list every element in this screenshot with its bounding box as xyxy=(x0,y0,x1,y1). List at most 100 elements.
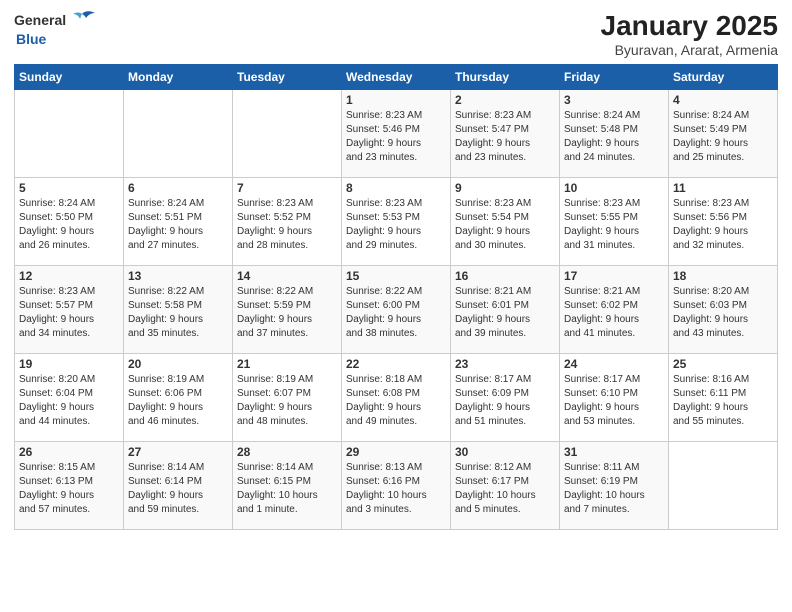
day-info: Sunrise: 8:23 AM Sunset: 5:55 PM Dayligh… xyxy=(564,197,664,253)
day-info: Sunrise: 8:12 AM Sunset: 6:17 PM Dayligh… xyxy=(455,461,555,517)
table-row: 2 Sunrise: 8:23 AM Sunset: 5:47 PM Daylig… xyxy=(451,90,560,178)
day-info: Sunrise: 8:24 AM Sunset: 5:48 PM Dayligh… xyxy=(564,109,664,165)
table-row: 5Sunrise: 8:24 AM Sunset: 5:50 PM Daylig… xyxy=(15,178,124,266)
table-row: 12 Sunrise: 8:23 AM Sunset: 5:57 PM Dayli… xyxy=(15,266,124,354)
header: General Blue January 2025 Byuravan, Arar… xyxy=(14,10,778,58)
day-info: Sunrise: 8:17 AM Sunset: 6:10 PM Dayligh… xyxy=(564,373,664,429)
table-row xyxy=(669,442,778,530)
day-info: Sunrise: 8:23 AM Sunset: 5:57 PM Dayligh… xyxy=(19,285,119,341)
table-row: 24 Sunrise: 8:17 AM Sunset: 6:10 PM Dayli… xyxy=(560,354,669,442)
table-row: 23 Sunrise: 8:17 AM Sunset: 6:09 PM Dayli… xyxy=(451,354,560,442)
header-thursday: Thursday xyxy=(451,65,560,90)
table-row: 30 Sunrise: 8:12 AM Sunset: 6:17 PM Dayli… xyxy=(451,442,560,530)
table-row: 21 Sunrise: 8:19 AM Sunset: 6:07 PM Dayli… xyxy=(233,354,342,442)
day-info: Sunrise: 8:14 AM Sunset: 6:14 PM Dayligh… xyxy=(128,461,228,517)
day-info: Sunrise: 8:23 AM Sunset: 5:53 PM Dayligh… xyxy=(346,197,446,253)
day-number: 20 xyxy=(128,357,228,371)
table-row: 8Sunrise: 8:23 AM Sunset: 5:53 PM Daylig… xyxy=(342,178,451,266)
day-number: 23 xyxy=(455,357,555,371)
day-info: Sunrise: 8:20 AM Sunset: 6:04 PM Dayligh… xyxy=(19,373,119,429)
calendar-week-row: 5Sunrise: 8:24 AM Sunset: 5:50 PM Daylig… xyxy=(15,178,778,266)
table-row: 29 Sunrise: 8:13 AM Sunset: 6:16 PM Dayli… xyxy=(342,442,451,530)
day-number: 10 xyxy=(564,181,664,195)
day-number: 22 xyxy=(346,357,446,371)
day-info: Sunrise: 8:16 AM Sunset: 6:11 PM Dayligh… xyxy=(673,373,773,429)
day-info: Sunrise: 8:19 AM Sunset: 6:07 PM Dayligh… xyxy=(237,373,337,429)
table-row: 4 Sunrise: 8:24 AM Sunset: 5:49 PM Daylig… xyxy=(669,90,778,178)
table-row: 26Sunrise: 8:15 AM Sunset: 6:13 PM Dayli… xyxy=(15,442,124,530)
day-info: Sunrise: 8:18 AM Sunset: 6:08 PM Dayligh… xyxy=(346,373,446,429)
day-info: Sunrise: 8:21 AM Sunset: 6:01 PM Dayligh… xyxy=(455,285,555,341)
day-number: 9 xyxy=(455,181,555,195)
table-row: 22 Sunrise: 8:18 AM Sunset: 6:08 PM Dayli… xyxy=(342,354,451,442)
day-number: 17 xyxy=(564,269,664,283)
day-info: Sunrise: 8:22 AM Sunset: 6:00 PM Dayligh… xyxy=(346,285,446,341)
table-row xyxy=(233,90,342,178)
day-info: Sunrise: 8:21 AM Sunset: 6:02 PM Dayligh… xyxy=(564,285,664,341)
day-number: 25 xyxy=(673,357,773,371)
day-info: Sunrise: 8:20 AM Sunset: 6:03 PM Dayligh… xyxy=(673,285,773,341)
table-row: 28 Sunrise: 8:14 AM Sunset: 6:15 PM Dayli… xyxy=(233,442,342,530)
calendar-week-row: 19 Sunrise: 8:20 AM Sunset: 6:04 PM Dayli… xyxy=(15,354,778,442)
page-container: General Blue January 2025 Byuravan, Arar… xyxy=(0,0,792,540)
table-row: 3 Sunrise: 8:24 AM Sunset: 5:48 PM Daylig… xyxy=(560,90,669,178)
title-block: January 2025 Byuravan, Ararat, Armenia xyxy=(601,10,778,58)
day-number: 12 xyxy=(19,269,119,283)
header-friday: Friday xyxy=(560,65,669,90)
day-info: Sunrise: 8:22 AM Sunset: 5:59 PM Dayligh… xyxy=(237,285,337,341)
calendar-week-row: 1Sunrise: 8:23 AM Sunset: 5:46 PM Daylig… xyxy=(15,90,778,178)
day-number: 18 xyxy=(673,269,773,283)
day-number: 4 xyxy=(673,93,773,107)
table-row: 20Sunrise: 8:19 AM Sunset: 6:06 PM Dayli… xyxy=(124,354,233,442)
day-info: Sunrise: 8:23 AM Sunset: 5:47 PM Dayligh… xyxy=(455,109,555,165)
logo: General Blue xyxy=(14,10,96,47)
day-info: Sunrise: 8:17 AM Sunset: 6:09 PM Dayligh… xyxy=(455,373,555,429)
table-row: 6Sunrise: 8:24 AM Sunset: 5:51 PM Daylig… xyxy=(124,178,233,266)
table-row: 14 Sunrise: 8:22 AM Sunset: 5:59 PM Dayli… xyxy=(233,266,342,354)
day-info: Sunrise: 8:14 AM Sunset: 6:15 PM Dayligh… xyxy=(237,461,337,517)
day-info: Sunrise: 8:23 AM Sunset: 5:52 PM Dayligh… xyxy=(237,197,337,253)
calendar-title: January 2025 xyxy=(601,10,778,42)
logo-bird-icon xyxy=(68,10,96,32)
table-row: 18 Sunrise: 8:20 AM Sunset: 6:03 PM Dayli… xyxy=(669,266,778,354)
day-info: Sunrise: 8:22 AM Sunset: 5:58 PM Dayligh… xyxy=(128,285,228,341)
day-info: Sunrise: 8:24 AM Sunset: 5:51 PM Dayligh… xyxy=(128,197,228,253)
calendar-week-row: 26Sunrise: 8:15 AM Sunset: 6:13 PM Dayli… xyxy=(15,442,778,530)
calendar-table: Sunday Monday Tuesday Wednesday Thursday… xyxy=(14,64,778,530)
day-number: 3 xyxy=(564,93,664,107)
day-number: 31 xyxy=(564,445,664,459)
day-number: 13 xyxy=(128,269,228,283)
day-number: 11 xyxy=(673,181,773,195)
table-row: 16 Sunrise: 8:21 AM Sunset: 6:01 PM Dayli… xyxy=(451,266,560,354)
day-number: 16 xyxy=(455,269,555,283)
day-number: 21 xyxy=(237,357,337,371)
day-number: 24 xyxy=(564,357,664,371)
day-info: Sunrise: 8:15 AM Sunset: 6:13 PM Dayligh… xyxy=(19,461,119,517)
day-number: 29 xyxy=(346,445,446,459)
day-info: Sunrise: 8:13 AM Sunset: 6:16 PM Dayligh… xyxy=(346,461,446,517)
header-saturday: Saturday xyxy=(669,65,778,90)
header-sunday: Sunday xyxy=(15,65,124,90)
table-row: 17 Sunrise: 8:21 AM Sunset: 6:02 PM Dayli… xyxy=(560,266,669,354)
table-row: 7 Sunrise: 8:23 AM Sunset: 5:52 PM Daylig… xyxy=(233,178,342,266)
table-row: 31Sunrise: 8:11 AM Sunset: 6:19 PM Dayli… xyxy=(560,442,669,530)
logo-general: General xyxy=(14,13,66,28)
day-number: 28 xyxy=(237,445,337,459)
day-number: 30 xyxy=(455,445,555,459)
day-number: 7 xyxy=(237,181,337,195)
day-info: Sunrise: 8:24 AM Sunset: 5:49 PM Dayligh… xyxy=(673,109,773,165)
day-number: 1 xyxy=(346,93,446,107)
table-row: 1Sunrise: 8:23 AM Sunset: 5:46 PM Daylig… xyxy=(342,90,451,178)
table-row: 13 Sunrise: 8:22 AM Sunset: 5:58 PM Dayli… xyxy=(124,266,233,354)
table-row xyxy=(124,90,233,178)
day-number: 2 xyxy=(455,93,555,107)
table-row: 19 Sunrise: 8:20 AM Sunset: 6:04 PM Dayli… xyxy=(15,354,124,442)
table-row: 10 Sunrise: 8:23 AM Sunset: 5:55 PM Dayli… xyxy=(560,178,669,266)
header-tuesday: Tuesday xyxy=(233,65,342,90)
header-monday: Monday xyxy=(124,65,233,90)
day-info: Sunrise: 8:23 AM Sunset: 5:54 PM Dayligh… xyxy=(455,197,555,253)
weekday-header-row: Sunday Monday Tuesday Wednesday Thursday… xyxy=(15,65,778,90)
day-number: 19 xyxy=(19,357,119,371)
table-row: 9 Sunrise: 8:23 AM Sunset: 5:54 PM Daylig… xyxy=(451,178,560,266)
day-number: 14 xyxy=(237,269,337,283)
